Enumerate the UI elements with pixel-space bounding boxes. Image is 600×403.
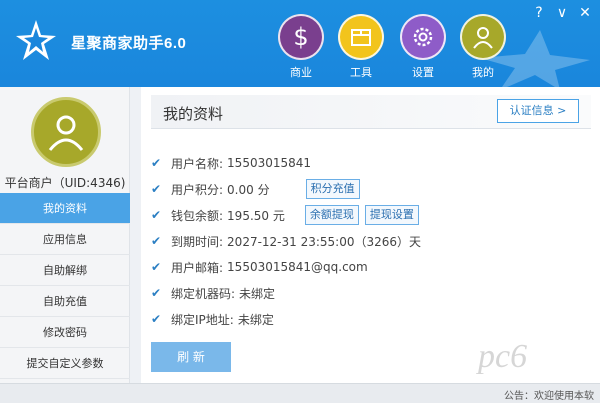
field-value: 15503015841@qq.com: [227, 260, 368, 274]
field-value: 未绑定: [237, 312, 274, 327]
certification-info-button[interactable]: 认证信息 >: [497, 99, 579, 123]
field-key: 绑定IP地址:: [171, 312, 234, 327]
field-value: 15503015841: [227, 156, 312, 170]
field-key: 用户名称:: [171, 156, 224, 171]
check-icon: ✔: [151, 286, 162, 300]
box-icon: [338, 14, 384, 60]
field-value: 0.00 分: [227, 182, 270, 197]
close-button[interactable]: ✕: [576, 5, 594, 21]
nav-label: 设置: [412, 66, 434, 79]
sidebar-item-app-info[interactable]: 应用信息: [0, 224, 130, 255]
sidebar-item-self-unbind[interactable]: 自助解绑: [0, 255, 130, 286]
field-key: 用户邮箱:: [171, 260, 224, 275]
title-bar: 星聚商家助手6.0 $ 商业 工具 设置 我的 ? ∨ ✕: [0, 0, 600, 87]
side-menu: 我的资料 应用信息 自助解绑 自助充值 修改密码 提交自定义参数: [0, 193, 130, 379]
gear-icon: [400, 14, 446, 60]
nav-label: 我的: [472, 66, 494, 79]
field-key: 绑定机器码:: [171, 286, 236, 301]
announcement-text: 公告：欢迎使用本软: [504, 391, 594, 402]
sidebar: 平台商户（UID:4346) 我的资料 应用信息 自助解绑 自助充值 修改密码 …: [0, 87, 130, 383]
avatar: [31, 97, 101, 167]
section-header: 我的资料 认证信息 >: [151, 95, 591, 129]
check-icon: ✔: [151, 208, 162, 222]
field-row-machine-code: ✔ 绑定机器码: 未绑定: [151, 283, 275, 303]
sidebar-item-change-password[interactable]: 修改密码: [0, 317, 130, 348]
page-title: 我的资料: [163, 105, 224, 123]
field-row-email: ✔ 用户邮箱: 15503015841@qq.com: [151, 257, 368, 277]
field-key: 用户积分:: [171, 182, 224, 197]
watermark-logo: pc6: [478, 338, 528, 375]
field-row-ip-address: ✔ 绑定IP地址: 未绑定: [151, 309, 274, 329]
field-row-username: ✔ 用户名称: 15503015841: [151, 153, 311, 173]
check-icon: ✔: [151, 312, 162, 326]
nav-business-button[interactable]: $ 商业: [276, 14, 326, 80]
main-panel: 我的资料 认证信息 > ✔ 用户名称: 15503015841 ✔ 用户积分: …: [141, 87, 600, 383]
help-button[interactable]: ?: [530, 5, 548, 21]
balance-withdraw-button[interactable]: 余额提现: [304, 205, 359, 225]
nav-label: 商业: [290, 66, 312, 79]
check-icon: ✔: [151, 156, 162, 170]
field-row-points: ✔ 用户积分: 0.00 分 积分充值: [151, 179, 360, 199]
nav-label: 工具: [350, 66, 372, 79]
withdraw-settings-button[interactable]: 提现设置: [364, 205, 419, 225]
user-id-label: 平台商户（UID:4346): [4, 176, 126, 190]
field-row-expiry: ✔ 到期时间: 2027-12-31 23:55:00（3266）天: [151, 231, 421, 251]
nav-settings-button[interactable]: 设置: [398, 14, 448, 80]
status-bar: 公告：欢迎使用本软: [0, 383, 600, 403]
check-icon: ✔: [151, 234, 162, 248]
nav-mine-button[interactable]: 我的: [458, 14, 508, 80]
field-row-wallet: ✔ 钱包余额: 195.50 元 余额提现 提现设置: [151, 205, 419, 225]
field-key: 钱包余额:: [171, 208, 224, 223]
app-title: 星聚商家助手6.0: [71, 35, 187, 52]
refresh-button[interactable]: 刷 新: [151, 342, 231, 372]
sidebar-item-my-profile[interactable]: 我的资料: [0, 193, 130, 224]
app-logo-icon: [16, 20, 56, 60]
sidebar-item-self-recharge[interactable]: 自助充值: [0, 286, 130, 317]
dollar-icon: $: [278, 14, 324, 60]
svg-text:$: $: [293, 24, 308, 50]
check-icon: ✔: [151, 182, 162, 196]
field-value: 未绑定: [239, 286, 276, 301]
sidebar-item-custom-params[interactable]: 提交自定义参数: [0, 348, 130, 379]
check-icon: ✔: [151, 260, 162, 274]
user-icon: [460, 14, 506, 60]
field-key: 到期时间:: [171, 234, 224, 249]
field-value: 195.50 元: [227, 208, 285, 223]
minimize-button[interactable]: ∨: [553, 5, 571, 21]
field-value: 2027-12-31 23:55:00（3266）天: [227, 234, 422, 249]
nav-tools-button[interactable]: 工具: [336, 14, 386, 80]
user-icon: [48, 115, 84, 151]
points-recharge-button[interactable]: 积分充值: [305, 179, 360, 199]
